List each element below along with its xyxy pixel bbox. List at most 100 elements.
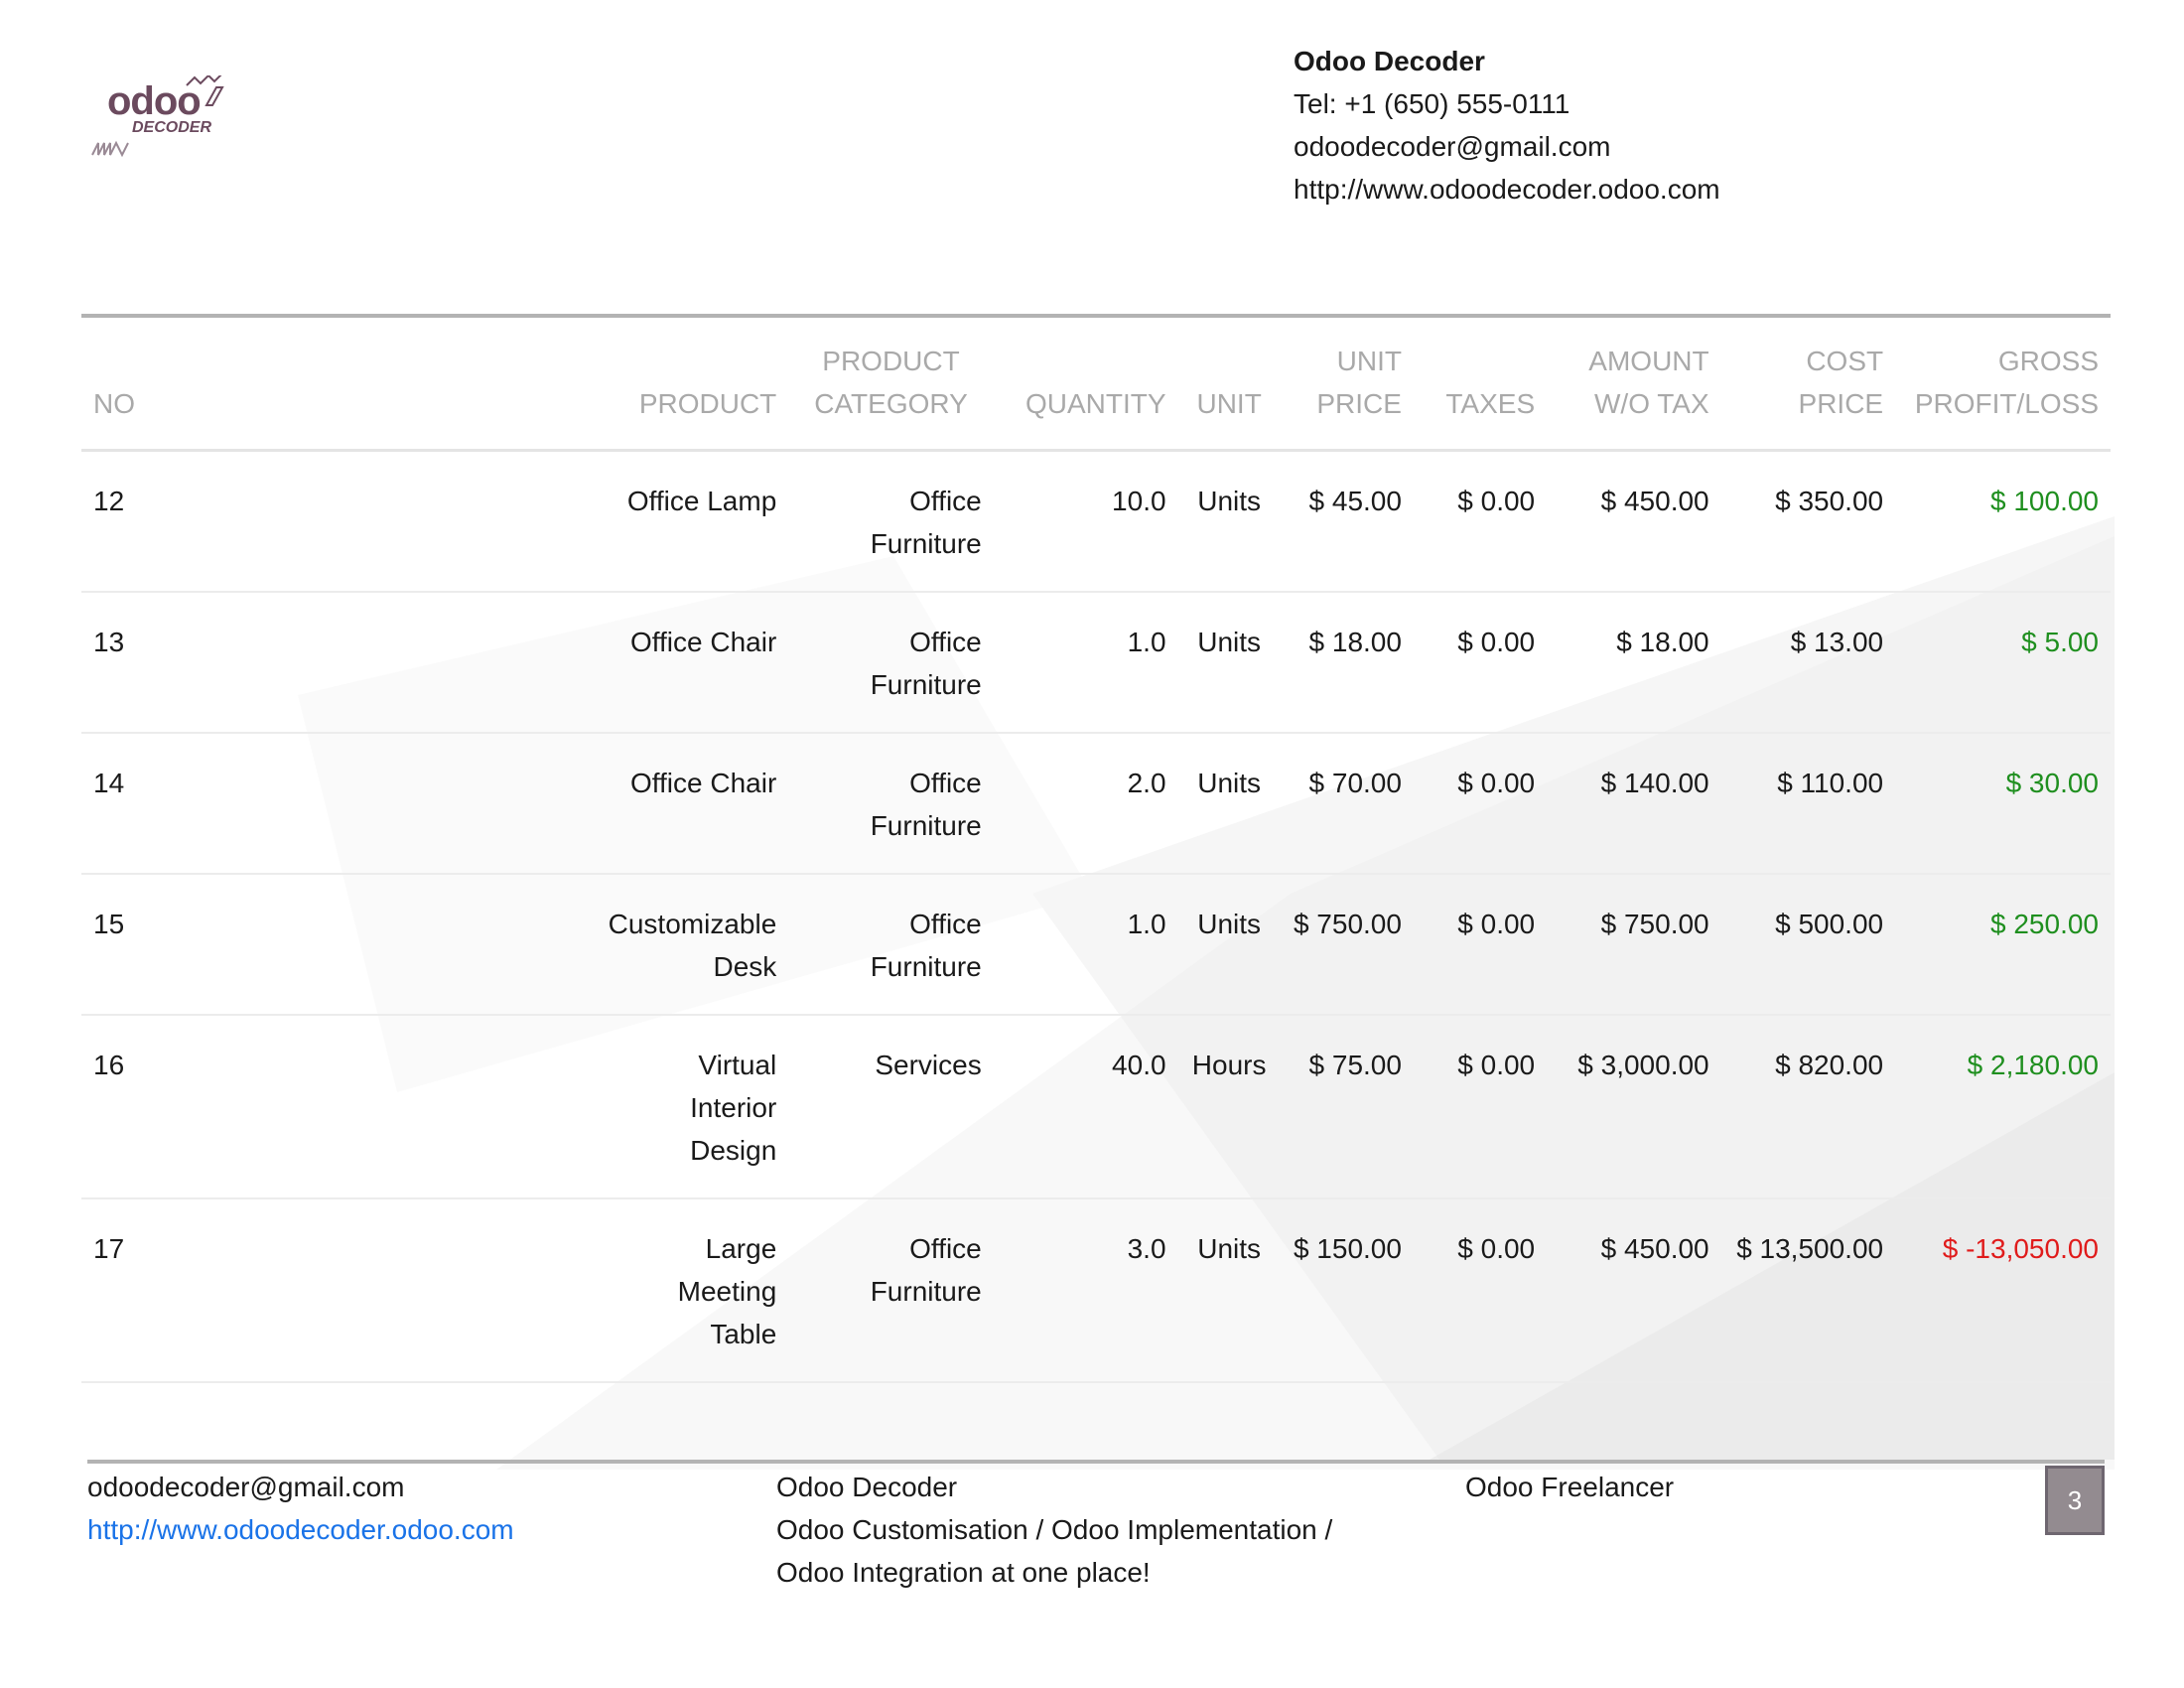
- cell-unit-price: $ 70.00: [1280, 733, 1414, 875]
- cell-gross-profit: $ 100.00: [1895, 450, 2111, 593]
- column-header: UNIT: [1177, 314, 1281, 452]
- column-header: NO: [81, 314, 225, 452]
- cell-taxes: $ 0.00: [1413, 1198, 1548, 1383]
- footer-website-link[interactable]: http://www.odoodecoder.odoo.com: [87, 1514, 514, 1545]
- cell-gross-profit: $ 2,180.00: [1895, 1015, 2111, 1199]
- cell-category-line: Furniture: [870, 528, 982, 559]
- cell-cost-price: $ 820.00: [1720, 1015, 1896, 1199]
- column-header-line1: [237, 340, 777, 382]
- cell-amount: $ 3,000.00: [1547, 1015, 1721, 1199]
- footer-email: odoodecoder@gmail.com: [87, 1472, 405, 1502]
- column-header-line1: UNIT: [1336, 346, 1402, 376]
- column-header: PRODUCT: [224, 314, 789, 452]
- cell-category-line: Office: [909, 1233, 982, 1264]
- cell-no: 16: [81, 1015, 225, 1199]
- cell-product-line: Meeting: [677, 1276, 777, 1307]
- cell-quantity: 1.0: [993, 592, 1178, 734]
- table-row: 13 Office Chair Office Furniture 1.0 Units $ 1…: [81, 592, 2111, 734]
- footer-contact: odoodecoder@gmail.com http://www.odoodec…: [87, 1466, 514, 1551]
- cell-taxes: $ 0.00: [1413, 1015, 1548, 1199]
- table-row: 16 Virtual Interior Design Services 40.0 Hours…: [81, 1015, 2111, 1199]
- cell-category-line: Office: [909, 627, 982, 657]
- cell-amount: $ 450.00: [1547, 1198, 1721, 1383]
- cell-amount: $ 750.00: [1547, 874, 1721, 1016]
- cell-product-line: Table: [710, 1319, 777, 1349]
- page-number: 3: [2045, 1466, 2105, 1535]
- cell-unit-price: $ 18.00: [1280, 592, 1414, 734]
- column-header-line2: NO: [93, 388, 135, 419]
- cell-quantity: 2.0: [993, 733, 1178, 875]
- cell-no: 13: [81, 592, 225, 734]
- cell-product-line: Office Chair: [629, 627, 777, 657]
- cell-product: Virtual Interior Design: [224, 1015, 789, 1199]
- company-logo: odoo DECODER: [87, 75, 246, 165]
- footer-tagline-1: Odoo Customisation / Odoo Implementation…: [776, 1514, 1333, 1545]
- cell-category: Office Furniture: [788, 1198, 994, 1383]
- cell-quantity: 10.0: [993, 450, 1178, 593]
- table-row: 15 Customizable Desk Office Furniture 1.0 Unit…: [81, 874, 2111, 1016]
- cell-product-line: Interior: [690, 1092, 777, 1123]
- cell-product: Large Meeting Table: [224, 1198, 789, 1383]
- column-header: COST PRICE: [1720, 314, 1896, 452]
- cell-unit: Units: [1177, 592, 1281, 734]
- cell-category-line: Furniture: [870, 951, 982, 982]
- cell-product-line: Office Chair: [629, 768, 777, 798]
- cell-product-line: Virtual: [698, 1050, 777, 1080]
- logo-sub: DECODER: [132, 119, 212, 136]
- cell-category: Office Furniture: [788, 592, 994, 734]
- cell-amount: $ 450.00: [1547, 450, 1721, 593]
- column-header-line2: TAXES: [1445, 388, 1536, 419]
- column-header-line1: PRODUCT: [822, 346, 960, 376]
- company-email: odoodecoder@gmail.com: [1294, 131, 1611, 162]
- footer-divider: [87, 1460, 2105, 1464]
- column-header: PRODUCT CATEGORY: [788, 314, 994, 452]
- cell-category-line: Office: [909, 486, 982, 516]
- cell-product-line: Office Lamp: [626, 486, 777, 516]
- column-header-line1: AMOUNT: [1588, 346, 1709, 376]
- column-header-line2: W/O TAX: [1593, 388, 1709, 419]
- column-header-line1: [1426, 340, 1535, 382]
- cell-unit: Hours: [1177, 1015, 1281, 1199]
- cell-no: 15: [81, 874, 225, 1016]
- column-header-line2: UNIT: [1196, 388, 1262, 419]
- cell-cost-price: $ 350.00: [1720, 450, 1896, 593]
- cell-amount: $ 18.00: [1547, 592, 1721, 734]
- cell-category-line: Office: [909, 768, 982, 798]
- table-row: 12 Office Lamp Office Furniture 10.0 Units $ 4…: [81, 450, 2111, 593]
- cell-category-line: Services: [875, 1050, 982, 1080]
- cell-unit: Units: [1177, 450, 1281, 593]
- cell-gross-profit: $ 30.00: [1895, 733, 2111, 875]
- cell-product-line: Large: [705, 1233, 777, 1264]
- cell-category: Services: [788, 1015, 994, 1199]
- cell-taxes: $ 0.00: [1413, 450, 1548, 593]
- column-header-line2: PRODUCT: [638, 388, 777, 419]
- cell-no: 12: [81, 450, 225, 593]
- column-header-line1: COST: [1806, 346, 1884, 376]
- column-header: QUANTITY: [993, 314, 1178, 452]
- column-header-line2: QUANTITY: [1024, 388, 1166, 419]
- column-header-line2: CATEGORY: [814, 388, 968, 419]
- cell-unit-price: $ 75.00: [1280, 1015, 1414, 1199]
- column-header-line2: PRICE: [1316, 388, 1402, 419]
- column-header-line1: [1190, 340, 1269, 382]
- order-lines-table-wrap: NO PRODUCT PRODUCT CATEGORY QUANTITY UNIT U…: [81, 314, 2111, 1383]
- cell-product-line: Design: [690, 1135, 777, 1166]
- cell-unit-price: $ 150.00: [1280, 1198, 1414, 1383]
- cell-gross-profit: $ 5.00: [1895, 592, 2111, 734]
- footer-tagline-2: Odoo Integration at one place!: [776, 1557, 1151, 1588]
- cell-gross-profit: $ 250.00: [1895, 874, 2111, 1016]
- column-header: TAXES: [1413, 314, 1548, 452]
- cell-quantity: 1.0: [993, 874, 1178, 1016]
- column-header-line1: [93, 340, 213, 382]
- table-body: 12 Office Lamp Office Furniture 10.0 Units $ 4…: [81, 450, 2111, 1383]
- table-row: 14 Office Chair Office Furniture 2.0 Units $ 7…: [81, 733, 2111, 875]
- cell-gross-profit: $ -13,050.00: [1895, 1198, 2111, 1383]
- cell-taxes: $ 0.00: [1413, 733, 1548, 875]
- company-website: http://www.odoodecoder.odoo.com: [1294, 174, 1720, 205]
- cell-product: Office Chair: [224, 592, 789, 734]
- footer-freelancer: Odoo Freelancer: [1465, 1472, 1675, 1502]
- cell-category: Office Furniture: [788, 733, 994, 875]
- cell-product-line: Customizable: [608, 909, 777, 939]
- cell-cost-price: $ 500.00: [1720, 874, 1896, 1016]
- column-header: UNIT PRICE: [1280, 314, 1414, 452]
